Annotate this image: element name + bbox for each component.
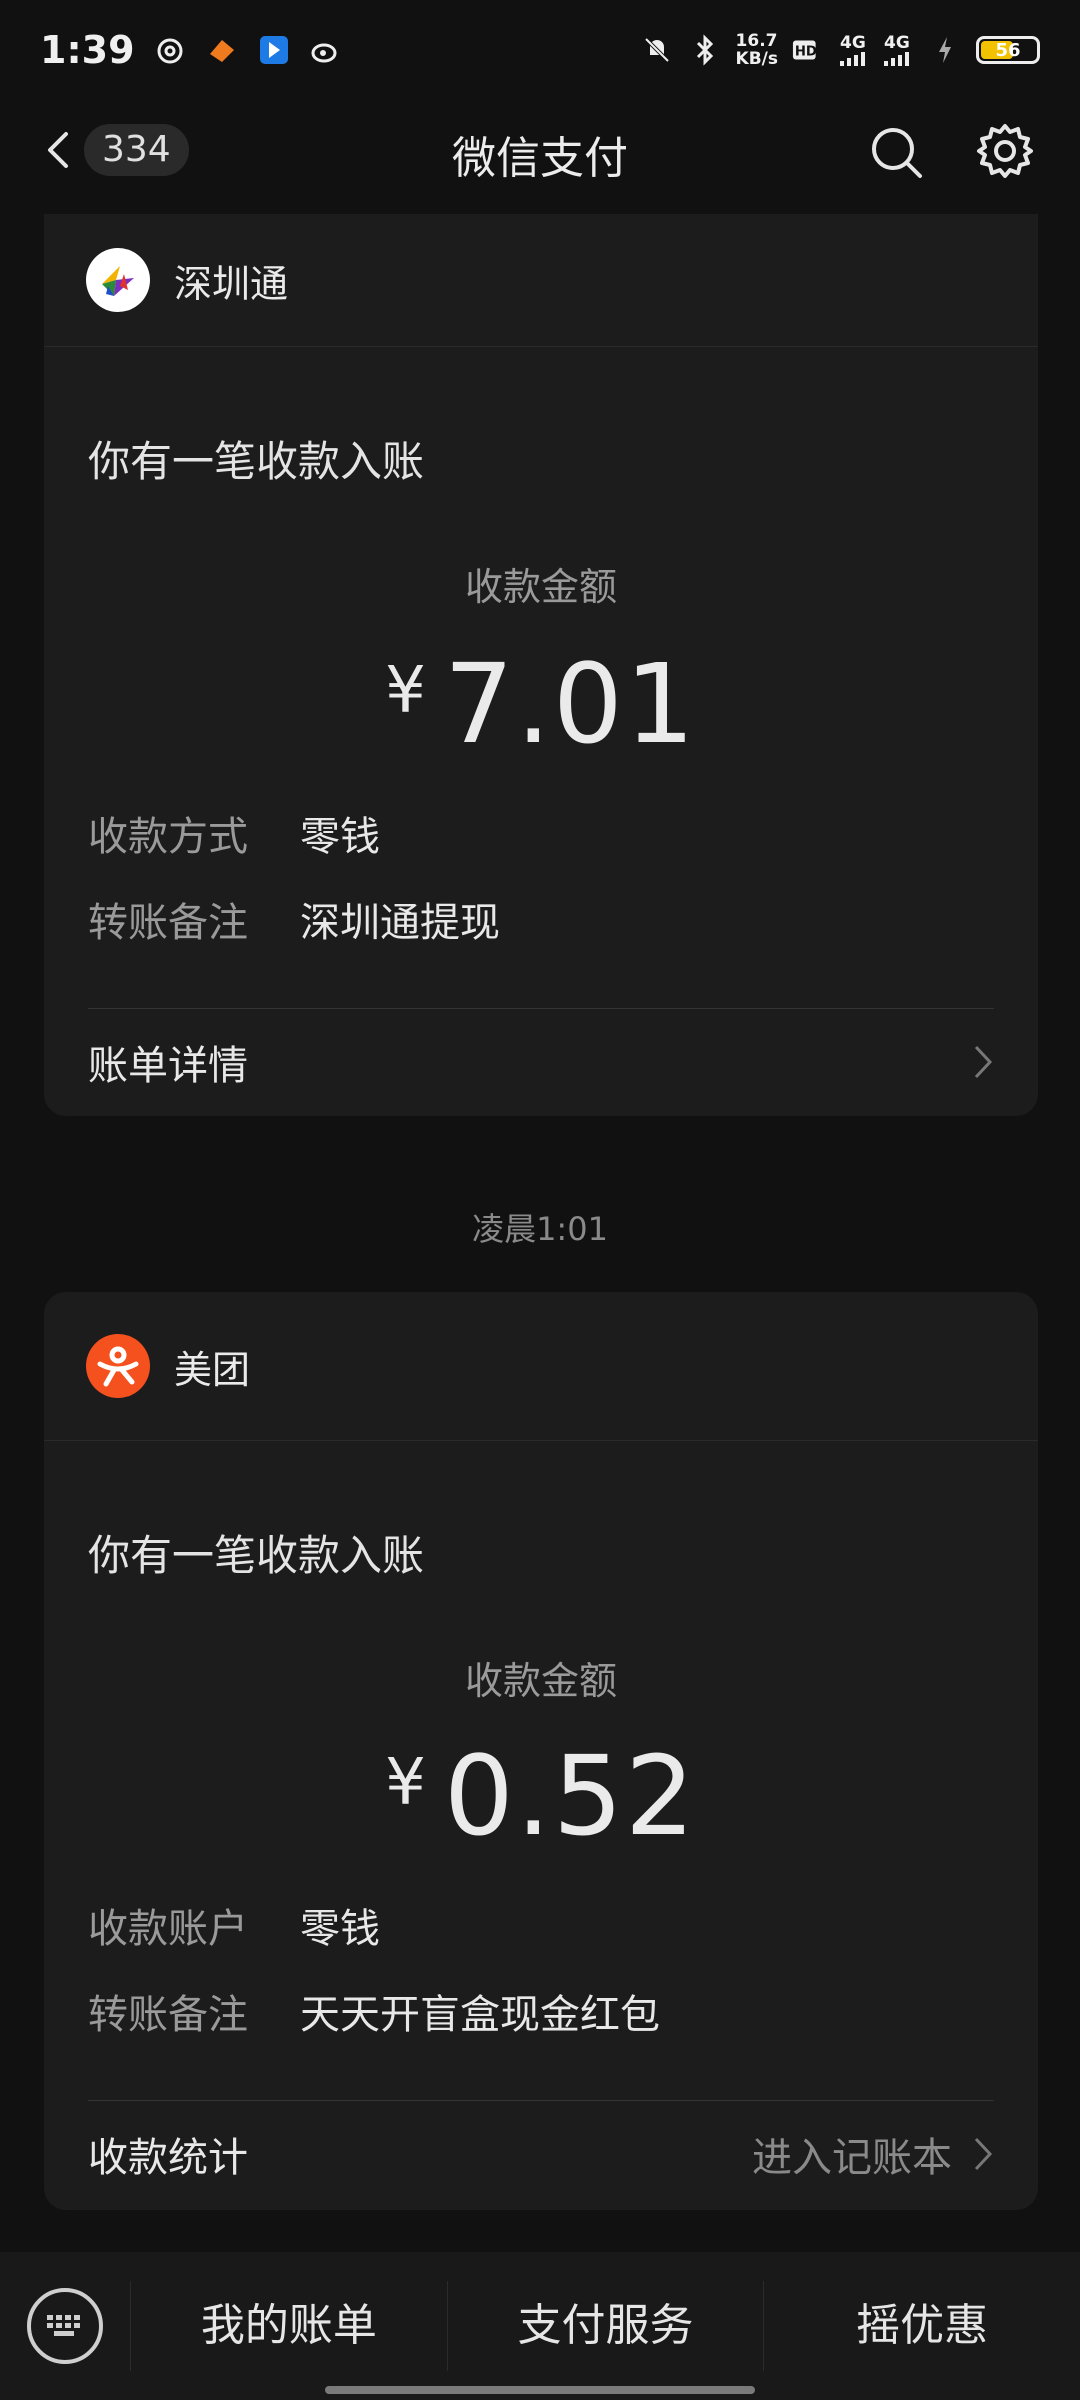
detail-row: 转账备注 天天开盲盒现金红包 xyxy=(88,1982,660,2040)
signal-2: 4G xyxy=(884,34,914,66)
app-notification-icon xyxy=(205,33,239,67)
chevron-right-icon xyxy=(974,1045,993,1079)
detail-row: 收款方式 零钱 xyxy=(88,804,380,862)
keyboard-toggle-button[interactable] xyxy=(0,2252,130,2400)
ledger-link-label: 进入记账本 xyxy=(752,2135,952,2181)
detail-value: 天天开盲盒现金红包 xyxy=(300,1992,660,2038)
amount-value: 7.01 xyxy=(443,640,697,768)
gear-icon[interactable] xyxy=(976,122,1034,180)
detail-key: 收款账户 xyxy=(88,1906,248,1952)
charging-icon xyxy=(928,33,962,67)
keyboard-icon xyxy=(27,2288,103,2364)
weibo-icon xyxy=(309,33,343,67)
payment-card-meituan[interactable]: 美团 你有一笔收款入账 收款金额 ¥0.52 收款账户 零钱 转账备注 天天开盲盒现… xyxy=(44,1292,1038,2210)
bluetooth-icon xyxy=(688,33,722,67)
detail-row: 转账备注 深圳通提现 xyxy=(88,890,500,948)
nav-bar: 334 微信支付 xyxy=(0,100,1080,200)
income-stats-link[interactable]: 收款统计 进入记账本 xyxy=(88,2126,994,2182)
home-indicator[interactable] xyxy=(325,2386,755,2394)
detail-key: 转账备注 xyxy=(88,1992,248,2038)
detail-row: 收款账户 零钱 xyxy=(88,1896,380,1954)
tab-shake-offers[interactable]: 摇优惠 xyxy=(763,2281,1080,2371)
back-arrow-icon[interactable] xyxy=(36,126,84,174)
network-speed: 16.7 KB/s xyxy=(735,31,778,69)
card-header: 深圳通 xyxy=(44,214,1038,347)
amount-label: 收款金额 xyxy=(464,1659,617,1703)
footer-label: 收款统计 xyxy=(88,2135,248,2181)
bottom-menu-bar: 我的账单 支付服务 摇优惠 xyxy=(0,2252,1080,2400)
detail-value: 零钱 xyxy=(300,814,380,860)
divider xyxy=(88,1008,994,1009)
card-title: 你有一笔收款入账 xyxy=(88,437,425,486)
tab-payment-services[interactable]: 支付服务 xyxy=(446,2281,764,2371)
payment-card-shenzhentong[interactable]: 深圳通 你有一笔收款入账 收款金额 ¥7.01 收款方式 零钱 转账备注 深圳通提现… xyxy=(44,214,1038,1116)
shenzhentong-logo-icon xyxy=(86,248,150,312)
battery-indicator: 56 xyxy=(976,36,1040,64)
meituan-logo-icon xyxy=(86,1334,150,1398)
currency-symbol: ¥ xyxy=(385,1746,426,1820)
chevron-right-icon xyxy=(974,2137,993,2171)
tab-my-bills[interactable]: 我的账单 xyxy=(130,2281,447,2371)
signal-1: 4G xyxy=(840,34,870,66)
merchant-name: 深圳通 xyxy=(174,261,289,306)
bill-details-link[interactable]: 账单详情 xyxy=(88,1034,994,1090)
amount-label: 收款金额 xyxy=(464,565,617,609)
mute-icon xyxy=(640,33,674,67)
amount-value: 0.52 xyxy=(443,1732,697,1860)
status-time: 1:39 xyxy=(40,28,135,72)
divider xyxy=(88,2100,994,2101)
detail-value: 零钱 xyxy=(300,1906,380,1952)
unread-count-badge[interactable]: 334 xyxy=(84,124,189,176)
amount-display: ¥0.52 xyxy=(44,1732,1038,1860)
detail-key: 收款方式 xyxy=(88,814,248,860)
card-title: 你有一笔收款入账 xyxy=(88,1531,425,1580)
status-bar: 1:39 16.7 KB/s HD 4G 4G 56 xyxy=(0,0,1080,100)
detail-value: 深圳通提现 xyxy=(300,900,500,946)
amount-display: ¥7.01 xyxy=(44,640,1038,768)
flag-app-icon xyxy=(257,33,291,67)
search-icon[interactable] xyxy=(868,124,924,180)
merchant-name: 美团 xyxy=(174,1347,251,1392)
svg-text:HD: HD xyxy=(795,45,817,60)
hd-icon: HD xyxy=(792,33,826,67)
netease-music-icon xyxy=(153,33,187,67)
card-header: 美团 xyxy=(44,1292,1038,1441)
message-timestamp: 凌晨1:01 xyxy=(472,1210,608,1248)
detail-key: 转账备注 xyxy=(88,900,248,946)
currency-symbol: ¥ xyxy=(385,654,426,728)
footer-label: 账单详情 xyxy=(88,1043,248,1089)
